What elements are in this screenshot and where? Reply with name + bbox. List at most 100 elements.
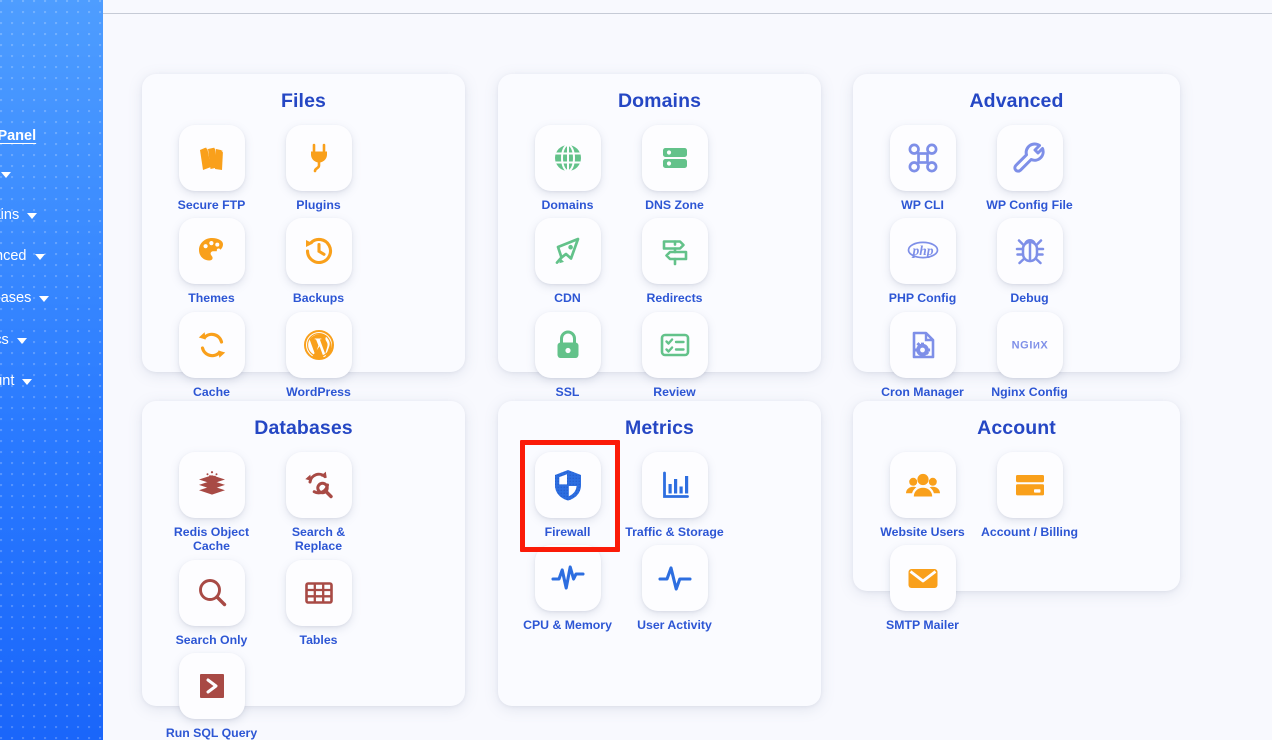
tile-label: Review — [653, 384, 696, 399]
tile-account-billing[interactable]: Account / Billing — [976, 452, 1083, 539]
tile-wp-config-file[interactable]: WP Config File — [976, 125, 1083, 212]
tile-themes[interactable]: Themes — [158, 218, 265, 305]
rocket-icon[interactable] — [534, 218, 601, 285]
credit-card-icon[interactable] — [996, 452, 1063, 518]
sidebar-item-databases[interactable]: Databases — [0, 290, 50, 306]
sidebar-item-files[interactable]: Files — [0, 166, 11, 182]
tile-secure-ftp[interactable]: Secure FTP — [158, 125, 265, 212]
globe-icon[interactable] — [534, 125, 601, 191]
sidebar-item-label: Databases — [0, 290, 32, 306]
tile-domains[interactable]: Domains — [514, 125, 621, 212]
sidebar-item-advanced[interactable]: Advanced — [0, 248, 45, 264]
users-group-icon[interactable] — [889, 452, 956, 518]
tile-search-only[interactable]: Search Only — [158, 559, 265, 647]
card-title: Account — [977, 417, 1056, 439]
chevron-down-icon — [27, 213, 38, 219]
layers-icon[interactable] — [178, 452, 245, 518]
lock-icon[interactable] — [534, 311, 601, 378]
card-title: Domains — [617, 90, 702, 112]
sidebar-item-label: Metrics — [0, 332, 9, 348]
history-clock-icon[interactable] — [285, 218, 352, 285]
signpost-icon[interactable] — [641, 218, 708, 285]
magnifier-icon[interactable] — [178, 559, 245, 626]
php-icon[interactable]: php — [889, 218, 956, 285]
search-replace-icon[interactable] — [285, 452, 352, 518]
tile-label: Website Users — [880, 525, 965, 539]
tile-website-users[interactable]: Website Users — [869, 452, 976, 539]
tile-ssl[interactable]: SSL — [514, 311, 621, 399]
tile-traffic-storage[interactable]: Traffic & Storage — [621, 452, 728, 539]
card-title: Advanced — [969, 90, 1064, 112]
tile-plugins[interactable]: Plugins — [265, 125, 372, 212]
tile-debug[interactable]: Debug — [976, 218, 1083, 305]
shield-icon[interactable] — [519, 440, 620, 552]
tile-label: Debug — [1010, 291, 1049, 306]
bug-icon[interactable] — [996, 218, 1063, 285]
activity-wave-icon[interactable] — [641, 545, 708, 612]
terminal-prompt-icon[interactable] — [178, 652, 245, 719]
sidebar-item-account[interactable]: Account — [0, 373, 33, 389]
tile-user-activity[interactable]: User Activity — [621, 545, 728, 632]
tile-label: Domains — [541, 198, 594, 212]
sidebar-item-metrics[interactable]: Metrics — [0, 332, 27, 348]
tile-label: CDN — [554, 291, 581, 306]
tile-cron-manager[interactable]: Cron Manager — [869, 311, 976, 399]
file-gear-icon[interactable] — [889, 311, 956, 378]
sidebar-brand-link[interactable]: Staq Panel — [0, 128, 36, 144]
tile-nginx-config[interactable]: NGIИX Nginx Config — [976, 311, 1083, 399]
tile-smtp-mailer[interactable]: SMTP Mailer — [869, 545, 976, 632]
tile-review[interactable]: Review — [621, 311, 728, 399]
tile-firewall[interactable]: Firewall — [514, 440, 621, 552]
command-icon[interactable] — [889, 125, 956, 191]
checklist-icon[interactable] — [641, 311, 708, 378]
tile-label: Account / Billing — [980, 525, 1078, 539]
tile-redis-object-cache[interactable]: Redis Object Cache — [158, 452, 265, 554]
nginx-icon[interactable]: NGIИX — [996, 311, 1063, 378]
chevron-down-icon — [34, 254, 45, 260]
chevron-down-icon — [39, 296, 50, 302]
sidebar-item-label: Account — [0, 373, 15, 389]
tile-label: PHP Config — [888, 291, 957, 306]
tile-cpu-memory[interactable]: CPU & Memory — [514, 545, 621, 632]
tile-run-sql-query[interactable]: Run SQL Query — [158, 652, 265, 740]
plug-icon[interactable] — [285, 125, 352, 191]
sidebar: Staq Panel Files Domains Advanced Databa… — [0, 0, 103, 740]
palette-icon[interactable] — [178, 218, 245, 285]
chevron-down-icon — [22, 379, 33, 385]
wrench-icon[interactable] — [996, 125, 1063, 191]
refresh-cycle-icon[interactable] — [178, 311, 245, 378]
tile-label: Nginx Config — [991, 384, 1068, 399]
tile-label: DNS Zone — [645, 198, 704, 212]
card-domains: Domains Domains DNS Zone CDN Redirects S… — [498, 74, 821, 399]
control-panel-page: Staq Panel Files Domains Advanced Databa… — [0, 0, 1272, 740]
tile-tables[interactable]: Tables — [265, 559, 372, 647]
tile-wp-cli[interactable]: WP CLI — [869, 125, 976, 212]
bar-chart-icon[interactable] — [641, 452, 708, 518]
table-grid-icon[interactable] — [285, 559, 352, 626]
tile-label: Backups — [292, 291, 345, 306]
tile-label: Secure FTP — [177, 198, 246, 212]
pulse-wave-icon[interactable] — [534, 545, 601, 612]
envelope-icon[interactable] — [889, 545, 956, 612]
tile-cdn[interactable]: CDN — [514, 218, 621, 305]
tile-label: Traffic & Storage — [625, 525, 724, 539]
sidebar-item-domains[interactable]: Domains — [0, 207, 38, 223]
svg-text:NGIИX: NGIИX — [1011, 339, 1048, 351]
tile-cache[interactable]: Cache — [158, 311, 265, 414]
tile-backups[interactable]: Backups — [265, 218, 372, 305]
tile-label: Run SQL Query — [165, 725, 258, 740]
tile-wordpress-version[interactable]: WordPress Version — [265, 311, 372, 414]
tile-label: Redirects — [646, 291, 703, 306]
tile-search-replace[interactable]: Search & Replace — [265, 452, 372, 554]
tile-label: SSL — [555, 384, 580, 399]
tile-label: Tables — [299, 632, 338, 647]
wordpress-icon[interactable] — [285, 311, 352, 378]
card-files: Files Secure FTP Plugins Themes Backups … — [142, 74, 465, 413]
tile-redirects[interactable]: Redirects — [621, 218, 728, 305]
tile-php-config[interactable]: php PHP Config — [869, 218, 976, 305]
server-rack-icon[interactable] — [641, 125, 708, 191]
card-databases: Databases Redis Object Cache Search & Re… — [142, 401, 465, 740]
tile-dns-zone[interactable]: DNS Zone — [621, 125, 728, 212]
files-stack-icon[interactable] — [178, 125, 245, 191]
tile-label: Firewall — [544, 525, 591, 539]
